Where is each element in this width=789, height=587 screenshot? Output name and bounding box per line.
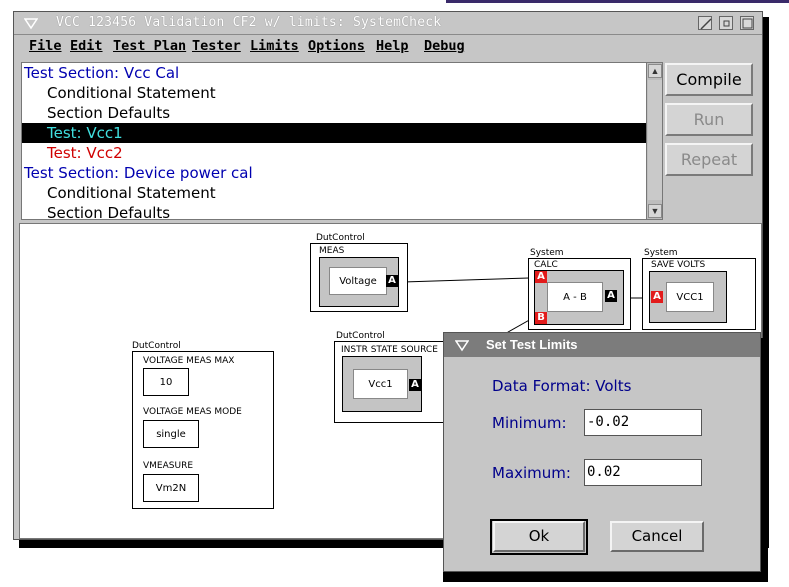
menu-tester[interactable]: Tester <box>192 38 241 54</box>
meas-title: MEAS <box>319 246 345 256</box>
instr-inner: Vcc1 <box>353 369 408 399</box>
resize-icon[interactable] <box>698 16 712 30</box>
menu-options[interactable]: Options <box>308 38 365 54</box>
tree-item[interactable]: Test Section: Device power cal <box>22 163 646 183</box>
maximum-input[interactable]: 0.02 <box>584 459 702 486</box>
save-volts-block[interactable]: SAVE VOLTS VCC1 A <box>642 258 756 330</box>
scroll-thumb[interactable] <box>648 80 662 200</box>
tree-scrollbar[interactable]: ▲ ▼ <box>646 62 663 220</box>
minimum-label: Minimum: <box>492 414 567 432</box>
minimum-input[interactable]: -0.02 <box>584 409 702 436</box>
menu-edit[interactable]: Edit <box>70 38 103 54</box>
calc-block[interactable]: CALC A - B A B A <box>528 258 631 330</box>
instr-port-a[interactable]: A <box>409 379 421 391</box>
volt-group-label: DutControl <box>132 341 181 351</box>
dialog-title-bar[interactable]: Set Test Limits <box>444 333 760 357</box>
ok-button[interactable]: Ok <box>493 521 585 552</box>
tree-item[interactable]: Section Defaults <box>22 203 646 219</box>
maximize-icon[interactable] <box>740 16 754 30</box>
dialog-title: Set Test Limits <box>486 337 578 352</box>
cancel-button[interactable]: Cancel <box>610 521 704 552</box>
menu-bar: File Edit Test Plan Tester Limits Option… <box>14 36 762 58</box>
tree-item[interactable]: Section Defaults <box>22 103 646 123</box>
menu-file[interactable]: File <box>29 38 62 54</box>
menu-limits[interactable]: Limits <box>250 38 299 54</box>
menu-help[interactable]: Help <box>376 38 409 54</box>
window-menu-icon[interactable] <box>23 17 39 30</box>
voltage-meas-max-label: VOLTAGE MEAS MAX <box>143 356 235 366</box>
instr-title: INSTR STATE SOURCE <box>341 345 438 355</box>
repeat-button[interactable]: Repeat <box>665 143 753 176</box>
save-inner: VCC1 <box>666 282 714 312</box>
meas-body: Voltage A <box>319 257 399 307</box>
dialog-menu-icon[interactable] <box>454 339 470 352</box>
instr-body: Vcc1 A <box>342 356 422 412</box>
window-title: VCC 123456 Validation CF2 w/ limits: Sys… <box>56 15 442 30</box>
calc-port-out[interactable]: A <box>605 290 617 302</box>
voltage-meas-mode-field[interactable]: single <box>143 420 199 448</box>
tree-item[interactable]: Conditional Statement <box>22 83 646 103</box>
top-accent-bar <box>446 0 789 3</box>
calc-title: CALC <box>534 260 558 270</box>
instr-group-label: DutControl <box>336 331 385 341</box>
set-test-limits-dialog: Set Test Limits Data Format: Volts Minim… <box>443 332 761 572</box>
vmeasure-field[interactable]: Vm2N <box>143 474 199 502</box>
voltage-panel: VOLTAGE MEAS MAX 10 VOLTAGE MEAS MODE si… <box>132 351 274 509</box>
test-plan-tree[interactable]: Test Section: Vcc Cal Conditional Stateme… <box>21 62 662 220</box>
calc-body: A - B A B A <box>534 270 624 325</box>
data-format-label: Data Format: Volts <box>492 377 632 395</box>
calc-port-b[interactable]: B <box>535 312 547 324</box>
tree-item[interactable]: Test: Vcc2 <box>22 143 646 163</box>
calc-port-a[interactable]: A <box>535 271 547 283</box>
voltage-meas-max-field[interactable]: 10 <box>143 368 189 396</box>
run-button[interactable]: Run <box>665 103 753 136</box>
minimize-icon[interactable] <box>719 16 733 30</box>
meas-inner: Voltage <box>329 267 387 295</box>
compile-button[interactable]: Compile <box>665 63 753 96</box>
calc-group-label: System <box>530 248 564 258</box>
save-group-label: System <box>644 248 678 258</box>
menu-debug[interactable]: Debug <box>424 38 465 54</box>
maximum-label: Maximum: <box>492 464 571 482</box>
save-port-a[interactable]: A <box>651 291 663 303</box>
tree-item[interactable]: Conditional Statement <box>22 183 646 203</box>
vmeasure-label: VMEASURE <box>143 461 194 471</box>
meas-block[interactable]: MEAS Voltage A <box>310 243 408 312</box>
title-bar[interactable]: VCC 123456 Validation CF2 w/ limits: Sys… <box>14 12 762 35</box>
meas-port-a[interactable]: A <box>386 275 398 287</box>
save-title: SAVE VOLTS <box>651 260 706 270</box>
tree-item[interactable]: Test Section: Vcc Cal <box>22 63 646 83</box>
voltage-meas-mode-label: VOLTAGE MEAS MODE <box>143 407 242 417</box>
ok-button-frame: Ok <box>490 519 588 555</box>
save-body: VCC1 A <box>649 271 727 323</box>
tree-item[interactable]: Test: Vcc1 <box>22 123 646 143</box>
menu-test-plan[interactable]: Test Plan <box>113 38 186 54</box>
instr-state-source-block[interactable]: INSTR STATE SOURCE Vcc1 A <box>334 341 458 423</box>
meas-group-label: DutControl <box>316 233 365 243</box>
calc-inner: A - B <box>547 282 603 312</box>
scroll-down-icon[interactable]: ▼ <box>648 204 662 218</box>
scroll-up-icon[interactable]: ▲ <box>648 64 662 78</box>
